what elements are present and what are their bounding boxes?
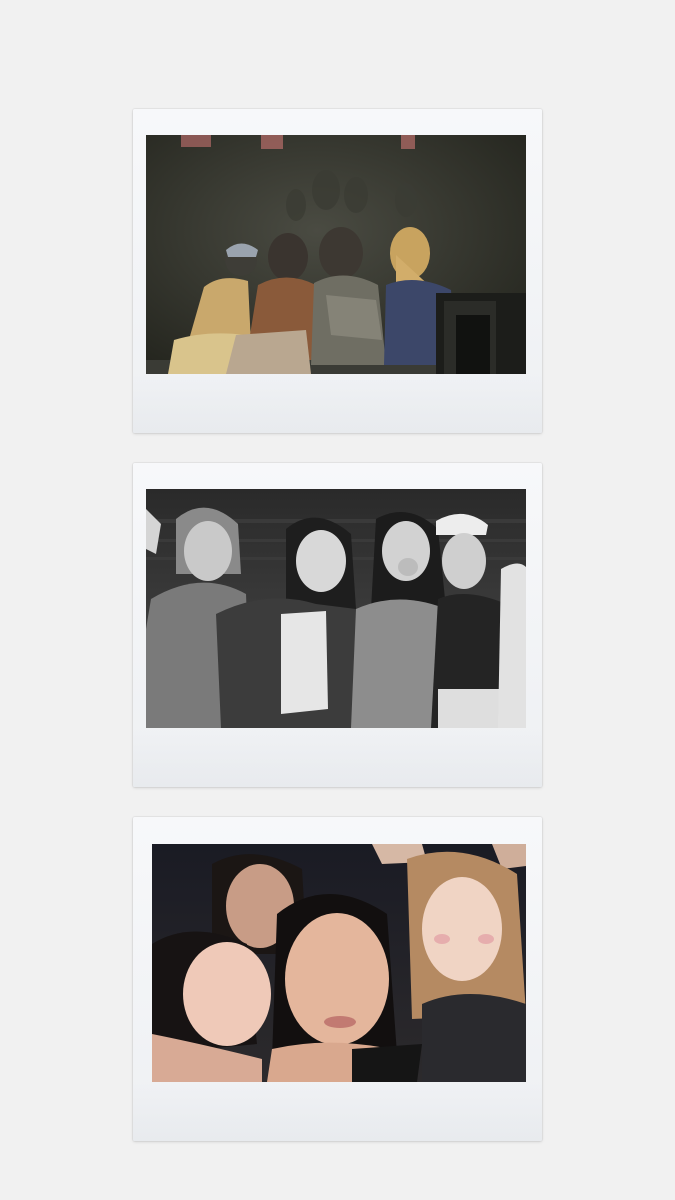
photo-selfie-color	[152, 844, 526, 1082]
polaroid-frame-3	[133, 817, 542, 1141]
polaroid-frame-1	[133, 109, 542, 433]
polaroid-frame-2	[133, 463, 542, 787]
photo-group-bw	[146, 489, 526, 728]
selfie-color-image	[152, 844, 526, 1082]
group-bw-image	[146, 489, 526, 728]
photo-stage-backview	[146, 135, 526, 374]
stage-backview-image	[146, 135, 526, 374]
